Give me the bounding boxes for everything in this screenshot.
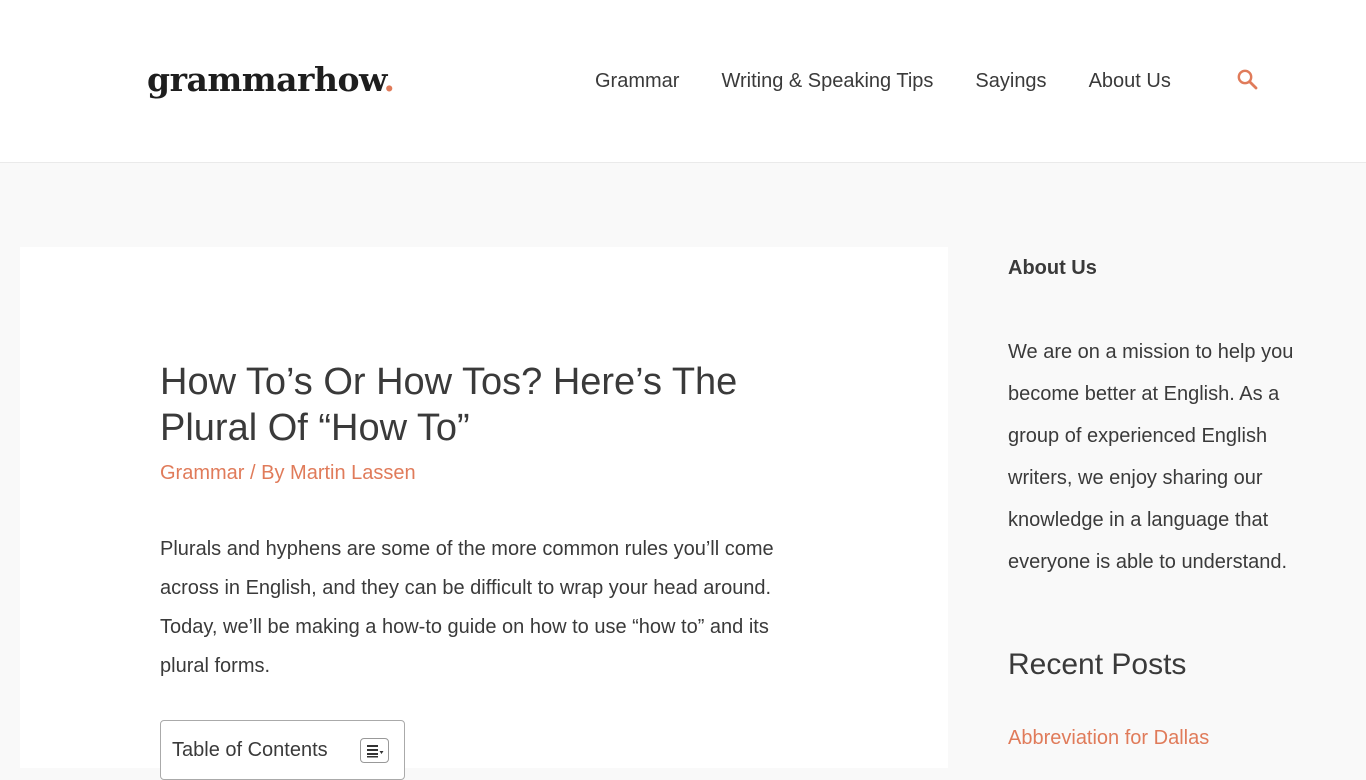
article-card: How To’s Or How Tos? Here’s The Plural O… [20, 247, 948, 780]
nav-item-grammar[interactable]: Grammar [595, 66, 679, 96]
nav-item-writing-speaking-tips[interactable]: Writing & Speaking Tips [721, 66, 933, 96]
about-us-heading: About Us [1008, 257, 1097, 279]
logo-dot: . [383, 60, 396, 99]
meta-separator: / By [244, 462, 291, 484]
logo-text: grammarhow [147, 60, 384, 99]
search-button[interactable] [1236, 68, 1260, 92]
author-link[interactable]: Martin Lassen [290, 462, 416, 484]
main-nav: Grammar Writing & Speaking Tips Sayings … [595, 66, 1171, 96]
about-us-text: We are on a mission to help you become b… [1008, 341, 1294, 573]
table-of-contents: Table of Contents [160, 720, 405, 780]
intro-paragraph: Plurals and hyphens are some of the more… [160, 538, 774, 677]
entry-meta: Grammar / By Martin Lassen [160, 460, 416, 486]
recent-post-link[interactable]: Abbreviation for Dallas [1008, 725, 1209, 751]
toc-toggle-button[interactable] [360, 738, 389, 763]
search-icon [1237, 69, 1258, 90]
nav-item-about-us[interactable]: About Us [1089, 66, 1171, 96]
list-toggle-icon [367, 745, 384, 758]
recent-posts-heading: Recent Posts [1008, 648, 1187, 681]
category-link[interactable]: Grammar [160, 462, 244, 484]
nav-item-sayings[interactable]: Sayings [975, 66, 1046, 96]
site-logo[interactable]: grammarhow. [147, 60, 395, 100]
page-title: How To’s Or How Tos? Here’s The Plural O… [160, 361, 738, 449]
site-header: grammarhow. Grammar Writing & Speaking T… [0, 0, 1366, 163]
toc-title: Table of Contents [172, 739, 328, 761]
